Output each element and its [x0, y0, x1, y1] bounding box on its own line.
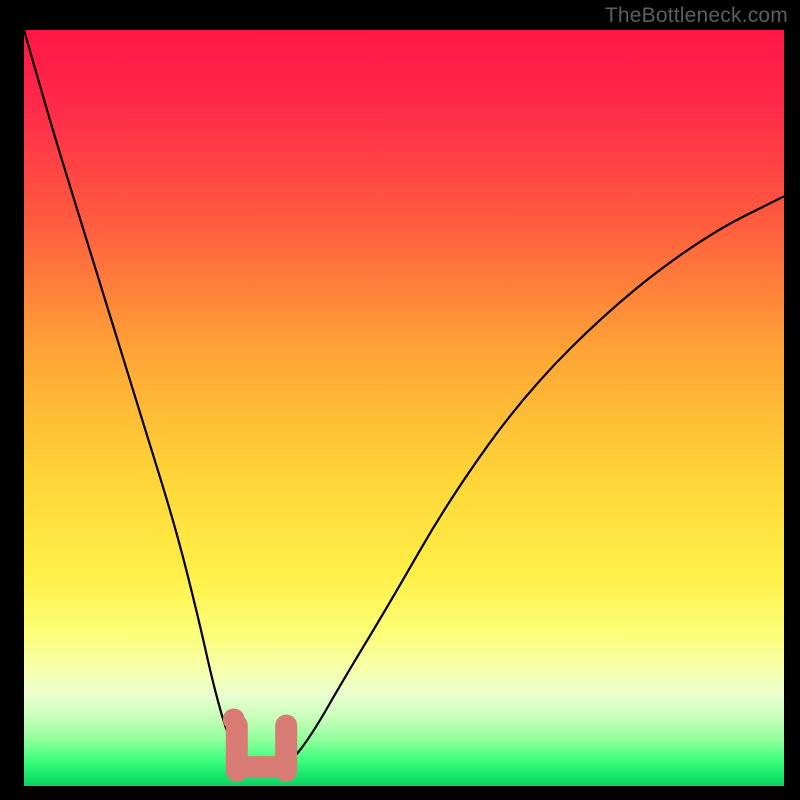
- bottleneck-curve: [24, 30, 784, 771]
- highlight-dot: [223, 708, 245, 730]
- plot-area: [24, 30, 784, 786]
- chart-svg: [24, 30, 784, 786]
- chart-frame: TheBottleneck.com: [0, 0, 800, 800]
- watermark-text: TheBottleneck.com: [605, 4, 788, 28]
